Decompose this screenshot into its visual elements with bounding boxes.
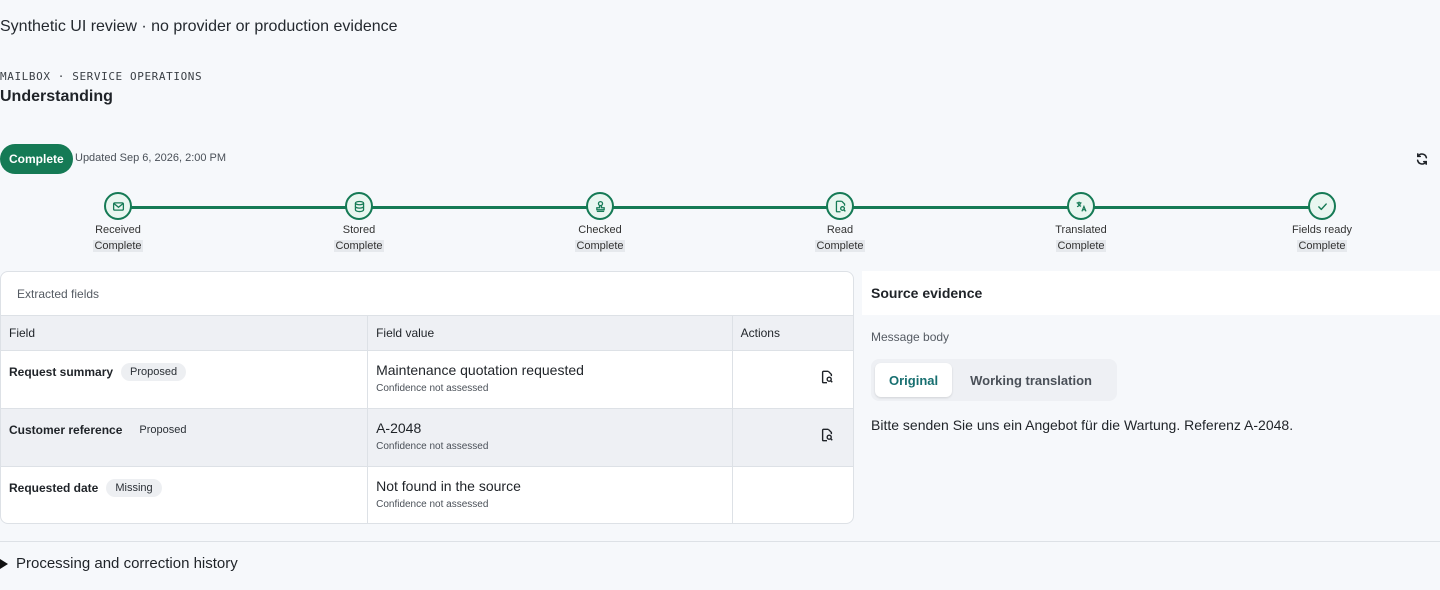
refresh-button[interactable] <box>1412 150 1432 168</box>
step-checked: Checked Complete <box>540 192 660 254</box>
step-read: Read Complete <box>780 192 900 254</box>
step-icon-wrap <box>345 192 373 220</box>
step-translated: Translated Complete <box>1021 192 1141 254</box>
field-name: Request summary <box>9 364 114 379</box>
language-toggle: Original Working translation <box>871 359 1117 401</box>
status-badge: Complete <box>0 144 73 174</box>
page-title: Understanding <box>0 88 113 105</box>
card-caption: Extracted fields <box>1 272 853 316</box>
progress-stepper: Received Complete Stored Complete Checke… <box>0 192 1440 262</box>
step-icon-wrap <box>826 192 854 220</box>
table-row: Customer reference Proposed A-2048 Confi… <box>1 408 853 467</box>
field-name: Customer reference <box>9 422 123 437</box>
step-fields-ready: Fields ready Complete <box>1262 192 1382 254</box>
document-search-icon <box>821 428 833 441</box>
field-value: A-2048 <box>376 419 422 436</box>
confidence-note: Confidence not assessed <box>376 440 489 452</box>
step-state: Complete <box>334 240 384 252</box>
view-source-button[interactable] <box>819 427 835 443</box>
column-header-value: Field value <box>367 316 733 351</box>
confidence-note: Confidence not assessed <box>376 498 489 510</box>
history-label: Processing and correction history <box>16 555 238 572</box>
step-icon-wrap <box>586 192 614 220</box>
step-label: Checked <box>578 224 622 236</box>
mail-icon <box>112 201 124 211</box>
step-state: Complete <box>1056 240 1106 252</box>
panel-subtitle: Message body <box>871 330 950 344</box>
step-label: Translated <box>1055 224 1107 236</box>
source-evidence-panel: Source evidence Message body Original Wo… <box>862 271 1440 524</box>
refresh-icon <box>1416 153 1428 165</box>
step-icon-wrap <box>104 192 132 220</box>
updated-timestamp: Updated Sep 6, 2026, 2:00 PM <box>75 152 227 164</box>
fields-table: Field Field value Actions Request summar… <box>1 316 853 523</box>
check-icon <box>1317 202 1327 210</box>
message-body-text: Bitte senden Sie uns ein Angebot für die… <box>871 417 1294 433</box>
tab-original[interactable]: Original <box>875 363 953 397</box>
breadcrumb-eyebrow: MAILBOX · SERVICE OPERATIONS <box>0 70 203 83</box>
step-received: Received Complete <box>58 192 178 254</box>
history-disclosure[interactable]: Processing and correction history <box>0 555 238 572</box>
extracted-fields-card: Extracted fields Field Field value Actio… <box>0 271 854 524</box>
translate-icon <box>1076 201 1087 212</box>
step-label: Fields ready <box>1292 224 1352 236</box>
column-header-actions: Actions <box>731 316 853 351</box>
table-row: Request summary Proposed Maintenance quo… <box>1 350 853 409</box>
column-header-field: Field <box>1 316 368 351</box>
status-chip: Missing <box>106 478 162 497</box>
step-state: Complete <box>815 240 865 252</box>
step-state: Complete <box>93 240 143 252</box>
actions-cell-empty <box>731 466 853 523</box>
table-row: Requested date Missing Not found in the … <box>1 466 853 523</box>
field-value: Maintenance quotation requested <box>376 361 584 378</box>
document-search-icon <box>821 370 833 383</box>
step-icon-wrap <box>1067 192 1095 220</box>
section-divider <box>0 541 1440 542</box>
database-icon <box>354 200 364 212</box>
review-banner: Synthetic UI review · no provider or pro… <box>0 18 398 35</box>
step-state: Complete <box>575 240 625 252</box>
status-chip: Proposed <box>139 423 187 436</box>
step-icon-wrap <box>1308 192 1336 220</box>
step-stored: Stored Complete <box>299 192 419 254</box>
field-name: Requested date <box>9 480 99 495</box>
panel-title: Source evidence <box>862 271 1440 315</box>
view-source-button[interactable] <box>819 369 835 385</box>
step-label: Read <box>826 224 854 236</box>
tab-working-translation[interactable]: Working translation <box>956 363 1106 397</box>
step-label: Received <box>95 224 141 236</box>
status-chip: Proposed <box>121 362 187 381</box>
confidence-note: Confidence not assessed <box>376 382 489 394</box>
disclosure-triangle-icon <box>0 558 8 569</box>
field-value: Not found in the source <box>376 477 521 494</box>
document-search-icon <box>835 200 846 212</box>
step-state: Complete <box>1297 240 1347 252</box>
step-label: Stored <box>342 224 376 236</box>
stamp-icon <box>595 200 605 212</box>
